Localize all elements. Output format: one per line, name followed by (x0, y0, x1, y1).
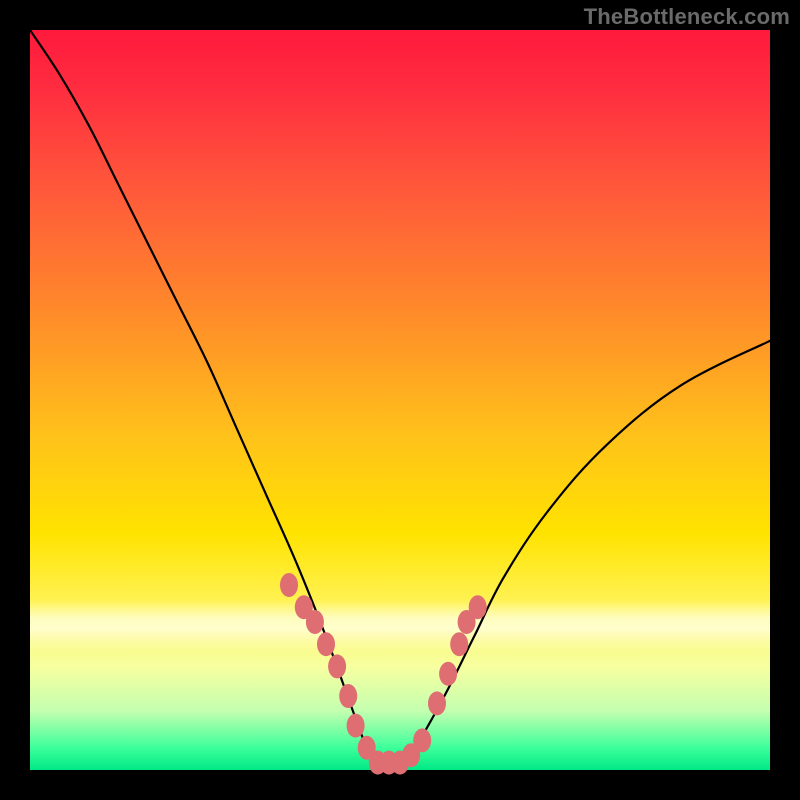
curve-marker (413, 728, 431, 752)
curve-marker (339, 684, 357, 708)
curve-marker (450, 632, 468, 656)
curve-layer (30, 30, 770, 770)
curve-marker (347, 714, 365, 738)
curve-marker (428, 691, 446, 715)
chart-frame: TheBottleneck.com (0, 0, 800, 800)
curve-marker (469, 595, 487, 619)
bottleneck-curve (30, 30, 770, 764)
curve-marker (328, 654, 346, 678)
watermark-text: TheBottleneck.com (584, 4, 790, 30)
curve-marker (439, 662, 457, 686)
curve-marker (280, 573, 298, 597)
curve-marker (306, 610, 324, 634)
plot-area (30, 30, 770, 770)
marker-group (280, 573, 487, 775)
curve-marker (317, 632, 335, 656)
